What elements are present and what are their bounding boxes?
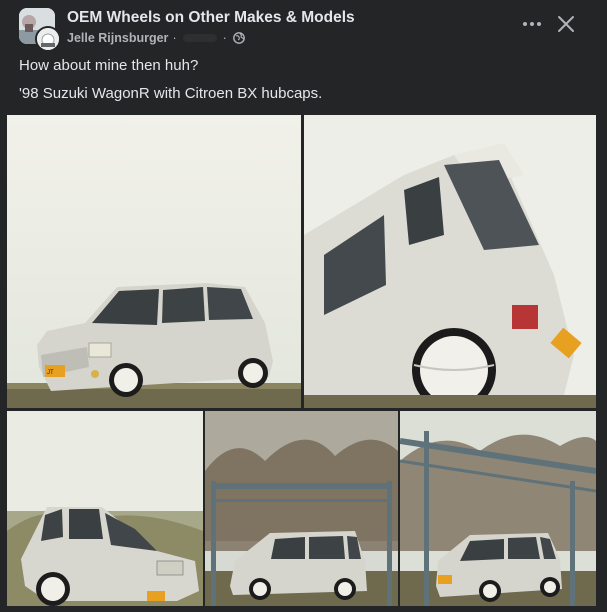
post-card: OEM Wheels on Other Makes & Models Jelle… [0,0,607,612]
globe-icon [232,32,245,44]
post-meta: Jelle Rijnsburger · · [67,31,245,45]
photo-1[interactable]: JT [7,115,301,408]
photo-5[interactable] [400,411,596,606]
more-dots-icon [523,22,541,26]
more-options-button[interactable] [520,12,544,36]
close-button[interactable] [556,14,576,34]
meta-separator: · [172,31,177,45]
group-name-link[interactable]: OEM Wheels on Other Makes & Models [67,9,355,27]
author-name-link[interactable]: Jelle Rijnsburger [67,31,168,45]
photo-4[interactable] [205,411,398,606]
meta-separator-2: · [222,31,227,45]
close-icon [558,16,574,32]
post-header: OEM Wheels on Other Makes & Models Jelle… [19,8,607,52]
photo-2[interactable] [304,115,596,408]
author-avatar[interactable] [35,26,61,52]
svg-text:JT: JT [47,370,54,376]
timestamp-redacted [182,34,217,42]
photo-3[interactable] [7,411,203,606]
group-avatar[interactable] [19,8,61,52]
post-text-line-1: How about mine then huh? [19,57,199,74]
post-text-line-2: '98 Suzuki WagonR with Citroen BX hubcap… [19,85,323,102]
